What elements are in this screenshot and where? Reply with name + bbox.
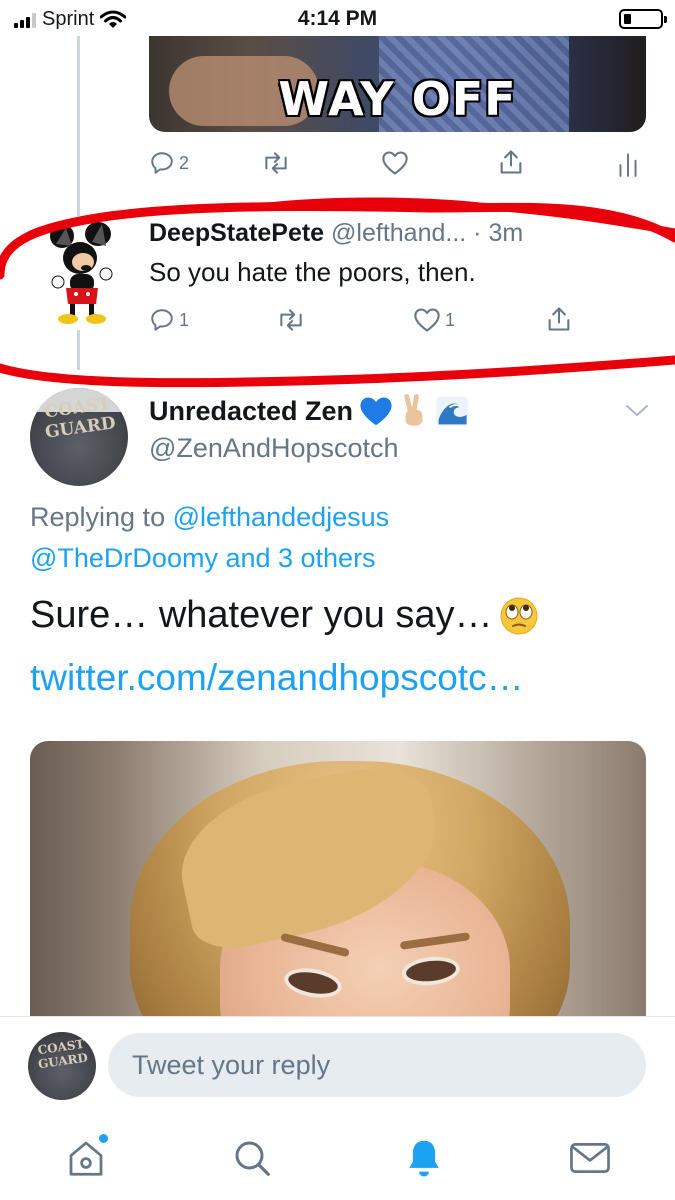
tab-messages[interactable] <box>560 1130 620 1186</box>
tab-home[interactable] <box>56 1130 116 1186</box>
parent-tweet-actions: 2 <box>149 146 646 182</box>
share-icon <box>548 307 570 331</box>
share-icon <box>500 150 522 174</box>
reply-bar: COAST GUARD <box>0 1016 675 1116</box>
home-icon <box>69 1141 103 1176</box>
tab-notifications[interactable] <box>394 1130 454 1186</box>
gif-caption: WAY OFF <box>278 72 517 126</box>
tweet2-link[interactable]: twitter.com/zenandhopscotc… <box>30 657 524 699</box>
eye-roll-emoji-icon <box>500 597 538 634</box>
tweet1-actions: 1 1 <box>149 305 579 341</box>
water-wave-icon <box>436 396 468 426</box>
analytics-icon <box>619 153 637 177</box>
tweet1-retweet-button[interactable] <box>276 307 306 333</box>
chevron-down-icon[interactable] <box>624 402 650 420</box>
tweet2-text-row: Sure… whatever you say… <box>30 594 539 637</box>
tweet2-handle[interactable]: @ZenAndHopscotch <box>149 433 399 464</box>
tab-search[interactable] <box>222 1130 282 1186</box>
reply-avatar[interactable]: COAST GUARD <box>28 1032 96 1100</box>
tweet2-name[interactable]: Unredacted Zen <box>149 396 353 427</box>
tweet2-text: Sure… whatever you say… <box>30 594 493 636</box>
tweet1-reply-button[interactable]: 1 <box>149 307 189 333</box>
tweet2-media[interactable] <box>30 741 646 1021</box>
reply-icon <box>151 152 173 174</box>
replying-to: Replying to @lefthandedjesus <box>30 502 389 533</box>
tweet1-header: DeepStatePete @lefthand... · 3m <box>149 219 523 248</box>
retweet-icon <box>280 309 302 331</box>
avatar-unredactedzen[interactable]: COAST GUARD <box>30 388 128 486</box>
reply-avatar-logo: COAST GUARD <box>36 1036 89 1072</box>
gif-media[interactable]: WAY OFF <box>149 36 646 132</box>
analytics-button[interactable] <box>617 150 639 178</box>
reply-count: 2 <box>179 152 190 173</box>
replying-prefix: Replying to <box>30 502 166 532</box>
tweet1-like-button[interactable]: 1 <box>413 307 455 333</box>
tweet1-text: So you hate the poors, then. <box>149 257 476 287</box>
thread-line-top <box>77 36 80 216</box>
replying-more-link[interactable]: @TheDrDoomy and 3 others <box>30 543 376 574</box>
battery-icon <box>619 9 667 29</box>
victory-hand-icon <box>404 394 423 426</box>
reply-icon <box>151 309 173 331</box>
retweet-button[interactable] <box>261 150 291 176</box>
status-time: 4:14 PM <box>297 7 378 30</box>
replying-user-link[interactable]: @lefthandedjesus <box>173 502 390 532</box>
like-icon <box>414 308 440 332</box>
tweet1-time: · 3m <box>473 219 524 247</box>
tweet2-name-row: Unredacted Zen <box>149 394 469 428</box>
tweet1-share-button[interactable] <box>545 305 573 333</box>
like-button[interactable] <box>381 150 409 176</box>
share-button[interactable] <box>497 148 525 176</box>
blue-heart-icon <box>360 397 392 426</box>
tweet-reply-input[interactable] <box>108 1033 646 1097</box>
tweet1-handle[interactable]: @lefthand... <box>331 219 466 247</box>
reply-button[interactable]: 2 <box>149 150 189 176</box>
tweet1-like-count: 1 <box>445 309 456 330</box>
home-notification-dot <box>99 1134 108 1143</box>
thread-line-bottom <box>77 330 80 370</box>
search-icon <box>235 1141 270 1176</box>
retweet-icon <box>265 152 287 174</box>
messages-icon <box>570 1143 610 1173</box>
tweet1-reply-count: 1 <box>179 309 190 330</box>
tab-bar <box>0 1116 675 1200</box>
status-bar: Sprint 4:14 PM <box>0 0 675 36</box>
avatar-deepstatepete[interactable] <box>48 222 114 326</box>
notifications-icon <box>409 1140 439 1177</box>
tweet1-name[interactable]: DeepStatePete <box>149 219 324 247</box>
like-icon <box>382 151 408 175</box>
